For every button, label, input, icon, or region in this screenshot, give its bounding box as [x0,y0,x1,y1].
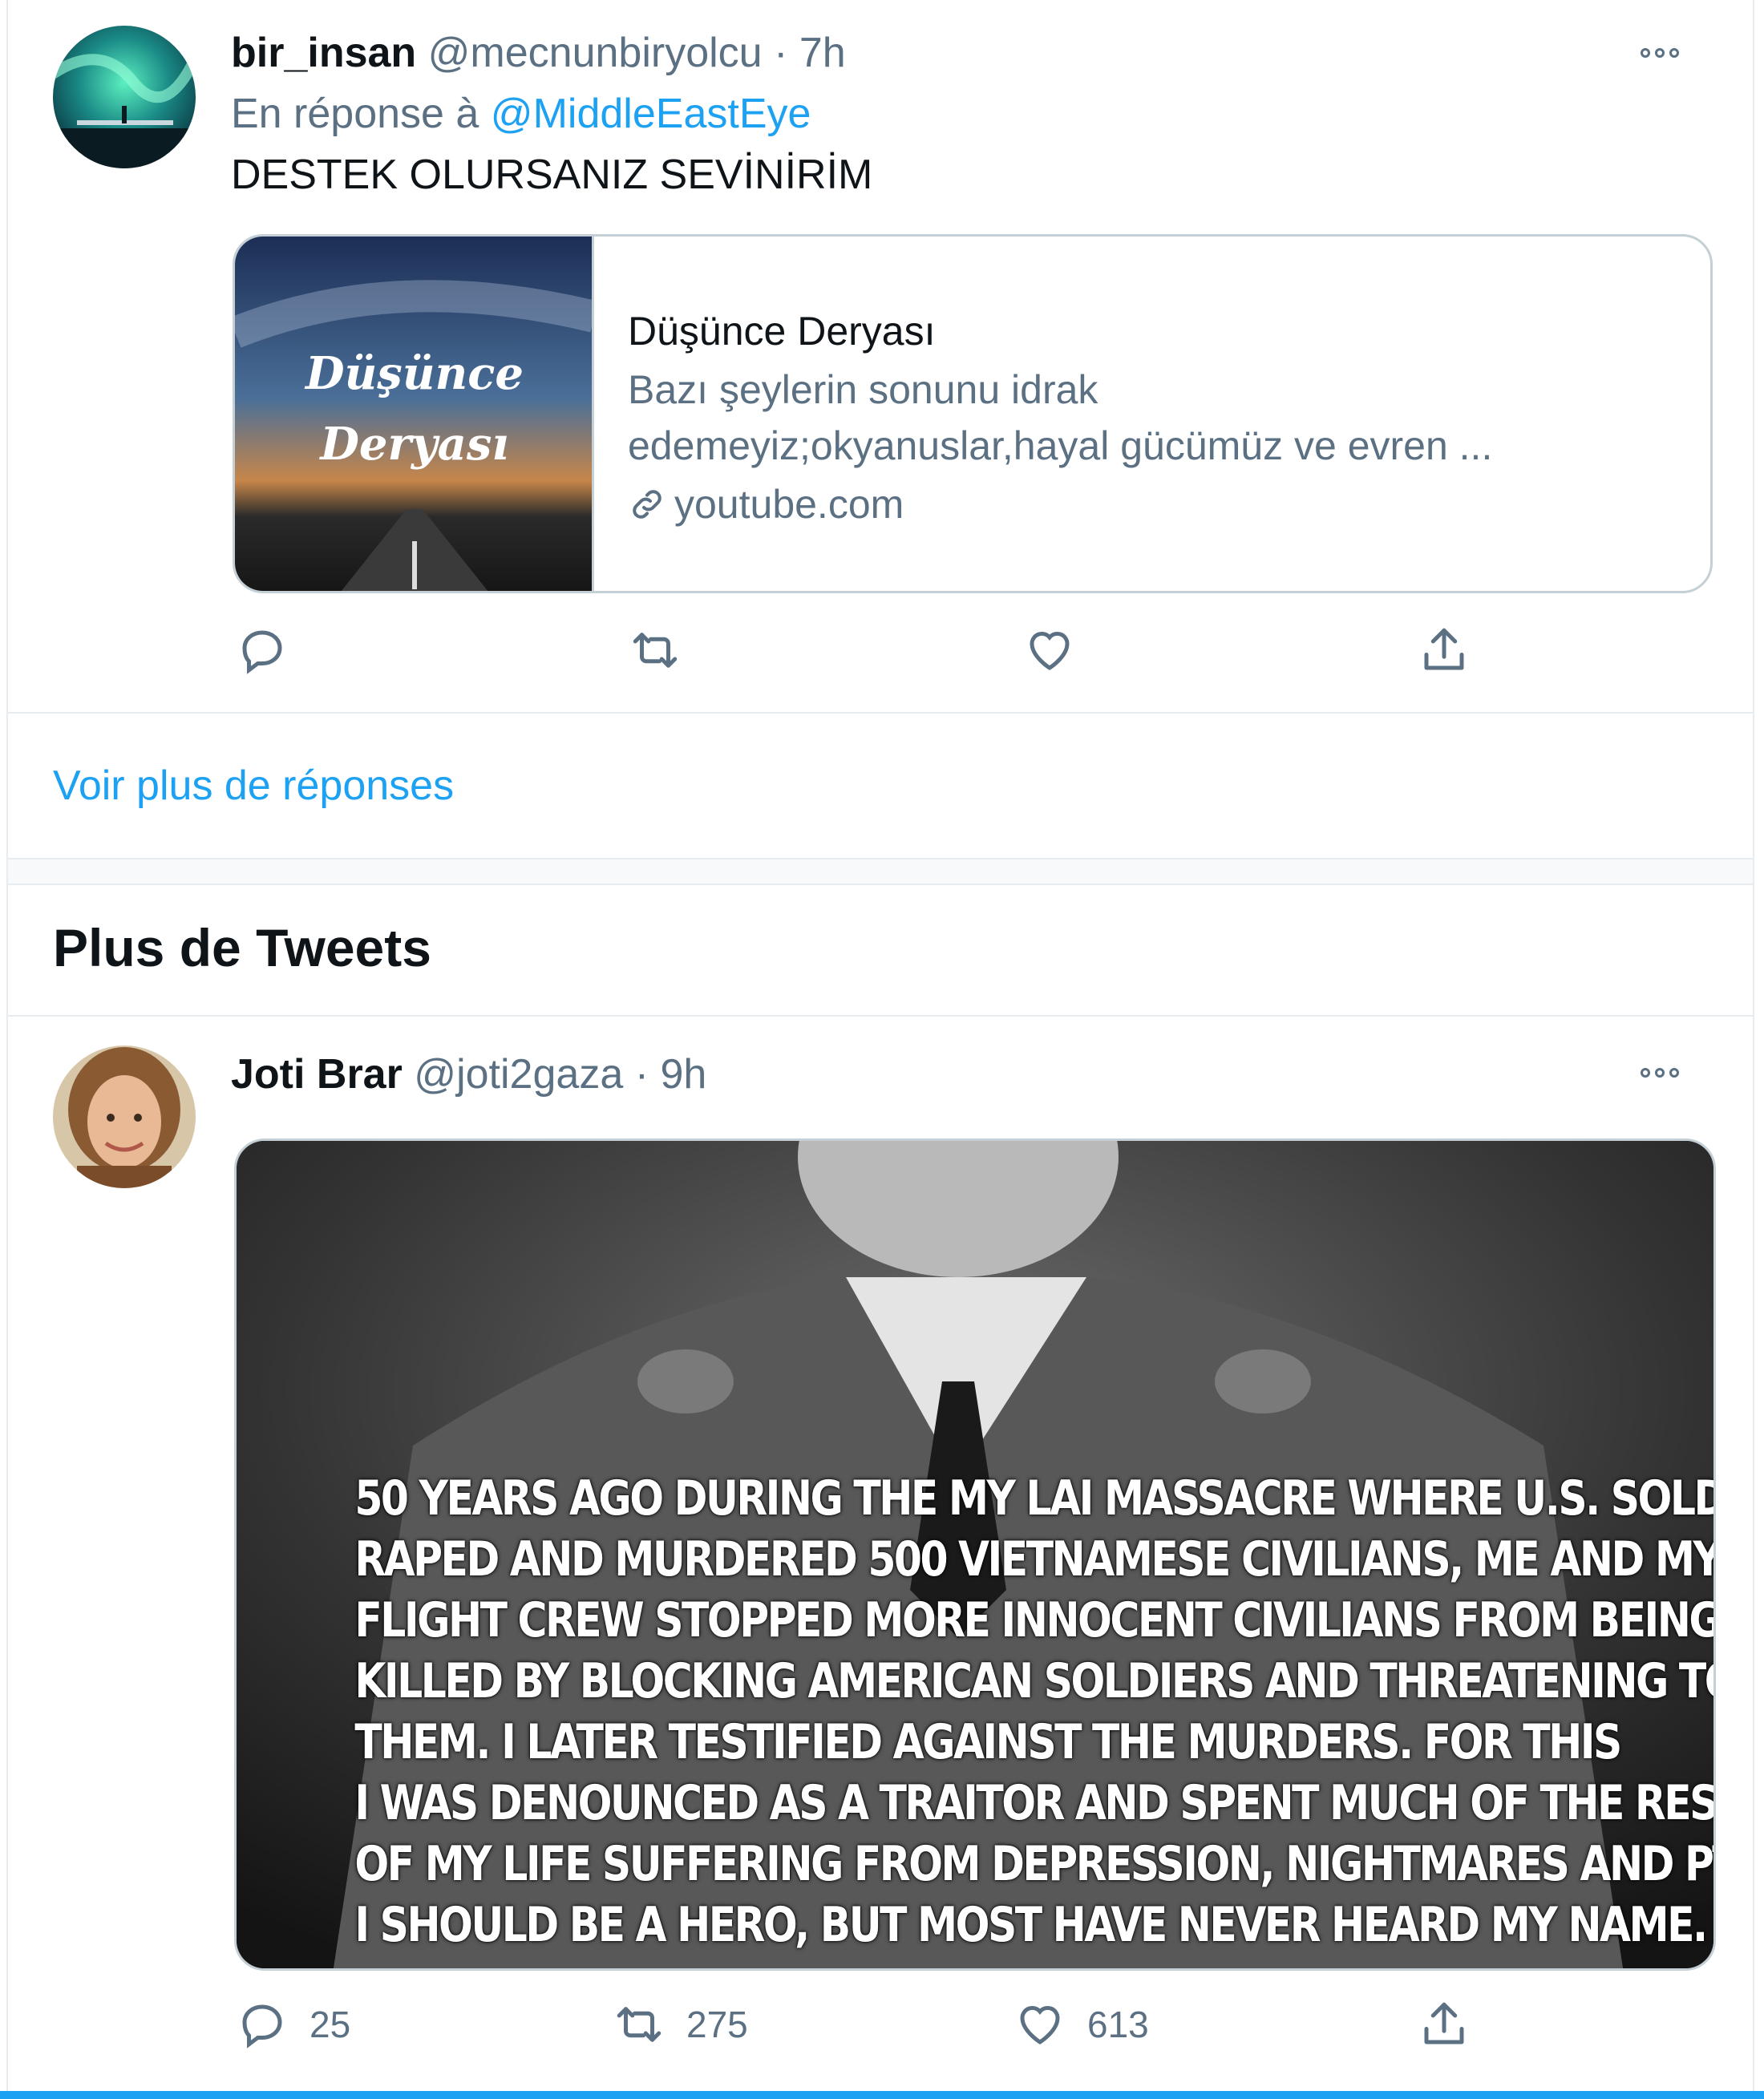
reply-icon [242,2004,282,2048]
like-button[interactable]: 613 [1013,1998,1149,2051]
section-divider [8,858,1753,885]
tweet-bir-insan[interactable]: bir_insan @mecnunbiryolcu · 7h En répons… [8,0,1753,714]
share-icon [1424,2002,1464,2044]
caption-line: FLIGHT CREW STOPPED MORE INNOCENT CIVILI… [354,1592,1716,1648]
link-card[interactable]: Düşünce Deryası Düşünce Deryası Bazı şey… [233,234,1713,593]
card-desc-line1: Bazı şeylerin sonunu idrak [628,367,1098,412]
reply-to-handle[interactable]: @MiddleEastEye [491,91,811,137]
caption-line: KILLED BY BLOCKING AMERICAN SOLDIERS AND… [354,1653,1716,1709]
tweet-actions: 25 275 613 [231,1998,1482,2062]
tweet-joti-brar[interactable]: Joti Brar @joti2gaza · 9h 50 YEARS AGO D… [8,1017,1753,2091]
card-description: Bazı şeylerin sonunu idrak edemeyiz;okya… [628,362,1670,474]
display-name[interactable]: Joti Brar [231,1051,403,1098]
caption-line: 50 YEARS AGO DURING THE MY LAI MASSACRE … [354,1470,1716,1527]
timeline-column: bir_insan @mecnunbiryolcu · 7h En répons… [6,0,1754,2099]
tweet-actions [231,624,1482,688]
share-icon [1424,628,1464,670]
card-title: Düşünce Deryası [628,309,936,354]
card-desc-line2: edemeyiz;okyanuslar,hayal gücümüz ve evr… [628,423,1493,468]
timestamp[interactable]: 7h [799,30,846,76]
retweet-button[interactable] [629,624,682,677]
handle[interactable]: @joti2gaza [414,1051,623,1098]
reply-button[interactable] [236,624,289,677]
more-icon[interactable] [1636,45,1684,61]
card-domain-text: youtube.com [674,482,904,527]
reply-button[interactable]: 25 [236,1998,350,2051]
reply-count: 25 [310,2004,351,2045]
retweet-button[interactable]: 275 [613,1998,748,2051]
card-thumbnail: Düşünce Deryası [235,237,594,591]
retweet-count: 275 [686,2004,748,2045]
bottom-accent-bar [0,2091,1764,2099]
tweet-header: bir_insan @mecnunbiryolcu · 7h [231,29,846,77]
share-button[interactable] [1418,1998,1471,2051]
like-count: 613 [1087,2004,1149,2045]
avatar[interactable] [53,26,196,168]
caption-line: I SHOULD BE A HERO, BUT MOST HAVE NEVER … [354,1897,1708,1953]
reply-icon [242,630,282,674]
more-icon[interactable] [1636,1065,1684,1081]
tweet-header: Joti Brar @joti2gaza · 9h [231,1050,706,1098]
timestamp[interactable]: 9h [660,1051,706,1098]
tweet-text: DESTEK OLURSANIZ SEVİNİRİM [231,152,873,198]
divider [8,712,1753,714]
like-icon [1030,631,1070,670]
thumb-text-2: Deryası [318,418,508,471]
more-tweets-heading: Plus de Tweets [53,918,431,977]
card-body: Düşünce Deryası Bazı şeylerin sonunu idr… [628,301,1670,535]
display-name[interactable]: bir_insan [231,30,416,76]
caption-line: RAPED AND MURDERED 500 VIETNAMESE CIVILI… [354,1531,1716,1587]
show-more-replies-link[interactable]: Voir plus de réponses [53,762,454,810]
thumb-text-1: Düşünce [304,347,524,400]
handle[interactable]: @mecnunbiryolcu [428,30,763,76]
image-caption-text: 50 YEARS AGO DURING THE MY LAI MASSACRE … [354,1468,1716,1955]
caption-line: OF MY LIFE SUFFERING FROM DEPRESSION, NI… [354,1836,1716,1892]
like-button[interactable] [1023,624,1076,677]
tweet-image[interactable]: 50 YEARS AGO DURING THE MY LAI MASSACRE … [234,1138,1716,1971]
caption-line: I WAS DENOUNCED AS A TRAITOR AND SPENT M… [354,1775,1716,1831]
separator: · [634,1051,649,1098]
card-domain: youtube.com [628,474,1670,535]
retweet-icon [633,633,678,668]
retweet-icon [617,2007,662,2042]
like-icon [1020,2005,1060,2044]
share-button[interactable] [1418,624,1471,677]
reply-context: En réponse à @MiddleEastEye [231,90,811,138]
link-icon [633,490,662,519]
avatar[interactable] [53,1045,196,1188]
caption-line: THEM. I LATER TESTIFIED AGAINST THE MURD… [354,1714,1622,1770]
separator: · [774,30,788,76]
reply-prefix: En réponse à [231,91,479,137]
